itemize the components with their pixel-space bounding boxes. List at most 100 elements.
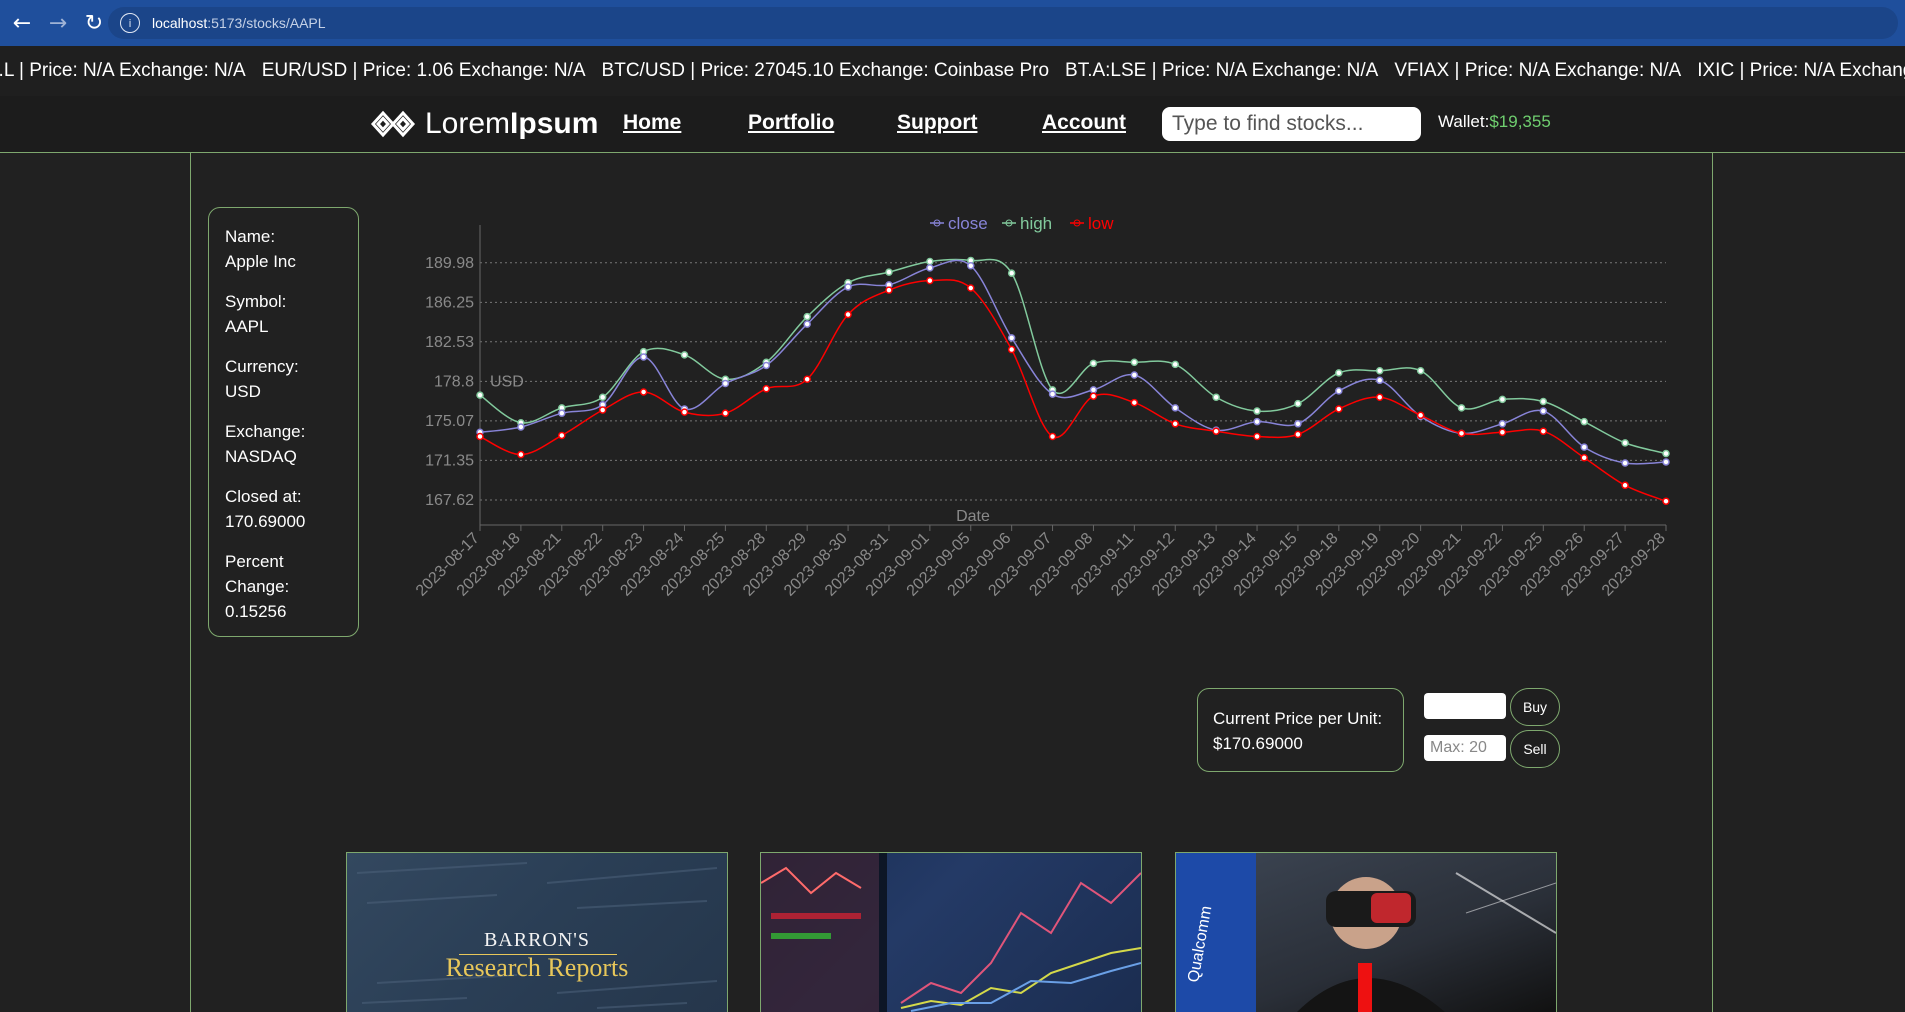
data-point-close	[1089, 386, 1098, 394]
sell-button[interactable]: Sell	[1510, 730, 1560, 768]
data-point-close	[803, 320, 811, 328]
ticker-detail: | Price: N/A Exchange: N/A	[1151, 60, 1379, 81]
data-point-close	[967, 262, 975, 270]
buy-button[interactable]: Buy	[1510, 688, 1560, 726]
data-point-low	[1580, 453, 1588, 462]
ticker-symbol: ...L	[0, 60, 14, 81]
news-card-barrons[interactable]: BARRON'S Research Reports	[346, 852, 728, 1012]
data-point-close	[1580, 443, 1588, 451]
data-point-high	[803, 312, 811, 321]
data-point-high	[1662, 449, 1670, 458]
data-point-close	[1048, 390, 1057, 398]
data-point-low	[967, 284, 975, 292]
data-point-high	[1498, 395, 1507, 404]
data-point-close	[639, 353, 648, 361]
data-point-low	[844, 310, 852, 319]
nav-support[interactable]: Support	[897, 111, 977, 135]
current-price-value: $170.69000	[1213, 734, 1303, 753]
market-chart-image	[761, 853, 1141, 1012]
name-value: Apple Inc	[225, 252, 296, 271]
data-point-high	[1130, 358, 1139, 367]
data-point-high	[1294, 399, 1302, 408]
forward-arrow-icon[interactable]: →	[44, 9, 72, 37]
site-logo[interactable]: LoremIpsum	[369, 105, 598, 143]
data-point-high	[598, 393, 607, 402]
data-point-close	[1662, 458, 1670, 466]
data-point-close	[1171, 404, 1179, 412]
stock-search-input[interactable]	[1162, 107, 1421, 141]
wallet-balance: Wallet:$19,355	[1438, 112, 1551, 131]
ticker-item: VFIAX | Price: N/A Exchange: N/A	[1394, 46, 1681, 96]
ticker-item: BTC/USD | Price: 27045.10 Exchange: Coin…	[602, 46, 1049, 96]
reload-icon[interactable]: ↻	[80, 9, 108, 37]
data-point-close	[1498, 420, 1507, 428]
data-point-low	[680, 408, 689, 416]
data-point-high	[885, 268, 893, 276]
legend-label-close: close	[948, 214, 988, 233]
nav-account[interactable]: Account	[1042, 111, 1126, 135]
data-point-low	[1621, 481, 1629, 490]
site-header: LoremIpsum Home Portfolio Support Accoun…	[0, 96, 1905, 153]
news-card-market-chart[interactable]	[760, 852, 1142, 1012]
ticker-symbol: BTC/USD	[601, 60, 685, 81]
legend-label-low: low	[1088, 214, 1114, 233]
ticker-symbol: EUR/USD	[261, 60, 348, 81]
data-point-high	[1212, 393, 1220, 402]
ticker-detail: | Price: N/A Exchange: N/A	[18, 60, 246, 81]
data-point-high	[1171, 360, 1179, 369]
data-point-high	[926, 257, 934, 266]
ticker-item: BT.A:LSE | Price: N/A Exchange: N/A	[1065, 46, 1378, 96]
back-arrow-icon[interactable]: ←	[8, 9, 36, 37]
data-point-close	[762, 361, 771, 370]
data-point-high	[1539, 397, 1548, 406]
data-point-close	[517, 423, 525, 431]
y-tick-label: 186.25	[425, 294, 474, 311]
current-price-label: Current Price per Unit:	[1213, 709, 1383, 728]
data-point-low	[1294, 430, 1302, 439]
logo-wordmark: LoremIpsum	[425, 107, 599, 140]
data-point-high	[680, 351, 689, 359]
sell-quantity-input[interactable]	[1424, 735, 1506, 761]
vr-headset-photo: Qualcomm	[1176, 853, 1556, 1012]
data-point-low	[639, 388, 648, 396]
exchange-label: Exchange:	[225, 422, 306, 441]
closed-label: Closed at:	[225, 487, 302, 506]
data-point-low	[1539, 427, 1548, 435]
data-point-close	[1130, 371, 1139, 379]
data-point-close	[1253, 417, 1261, 426]
data-point-high	[1457, 404, 1466, 412]
data-point-close	[721, 379, 730, 388]
data-point-low	[1662, 497, 1670, 505]
series-line-high	[479, 258, 1667, 455]
percent-label-line1: Percent	[225, 552, 284, 571]
data-point-low	[517, 450, 525, 459]
data-point-low	[1171, 420, 1179, 428]
data-point-low	[926, 276, 934, 285]
ticker-track: ...L | Price: N/A Exchange: N/A EUR/USD |…	[0, 46, 1905, 96]
ticker-item: ...L | Price: N/A Exchange: N/A	[0, 46, 246, 96]
data-point-low	[1457, 429, 1466, 438]
data-point-low	[803, 375, 811, 383]
data-point-close	[1375, 376, 1384, 385]
data-point-high	[1007, 269, 1016, 277]
price-history-chart: 167.62 171.35 175.07 178.8 182.53 186.25 189.9…	[413, 214, 1670, 600]
data-point-close	[926, 264, 934, 272]
nav-home[interactable]: Home	[623, 111, 681, 135]
stock-ticker: ...L | Price: N/A Exchange: N/A EUR/USD |…	[0, 46, 1905, 96]
site-info-icon[interactable]: i	[120, 13, 140, 33]
current-price-card: Current Price per Unit: $170.69000	[1197, 688, 1404, 772]
buy-quantity-input[interactable]	[1424, 693, 1506, 719]
name-label: Name:	[225, 227, 276, 246]
data-point-high	[1416, 367, 1425, 375]
browser-toolbar: ← → ↻ i localhost:5173/stocks/AAPL	[0, 0, 1905, 46]
ticker-symbol: BT.A:LSE	[1065, 60, 1147, 81]
data-point-low	[1089, 392, 1098, 400]
x-axis-label: Date	[956, 508, 990, 525]
nav-portfolio[interactable]: Portfolio	[748, 111, 834, 135]
news-card-vr-headset[interactable]: Qualcomm	[1175, 852, 1557, 1012]
ticker-detail: | Price: 27045.10 Exchange: Coinbase Pro	[690, 60, 1050, 81]
ticker-detail: | Price: N/A Exchange: N/A	[1739, 60, 1905, 81]
data-point-low	[558, 431, 566, 440]
ticker-symbol: IXIC	[1697, 60, 1735, 81]
address-bar[interactable]: i localhost:5173/stocks/AAPL	[108, 7, 1898, 39]
